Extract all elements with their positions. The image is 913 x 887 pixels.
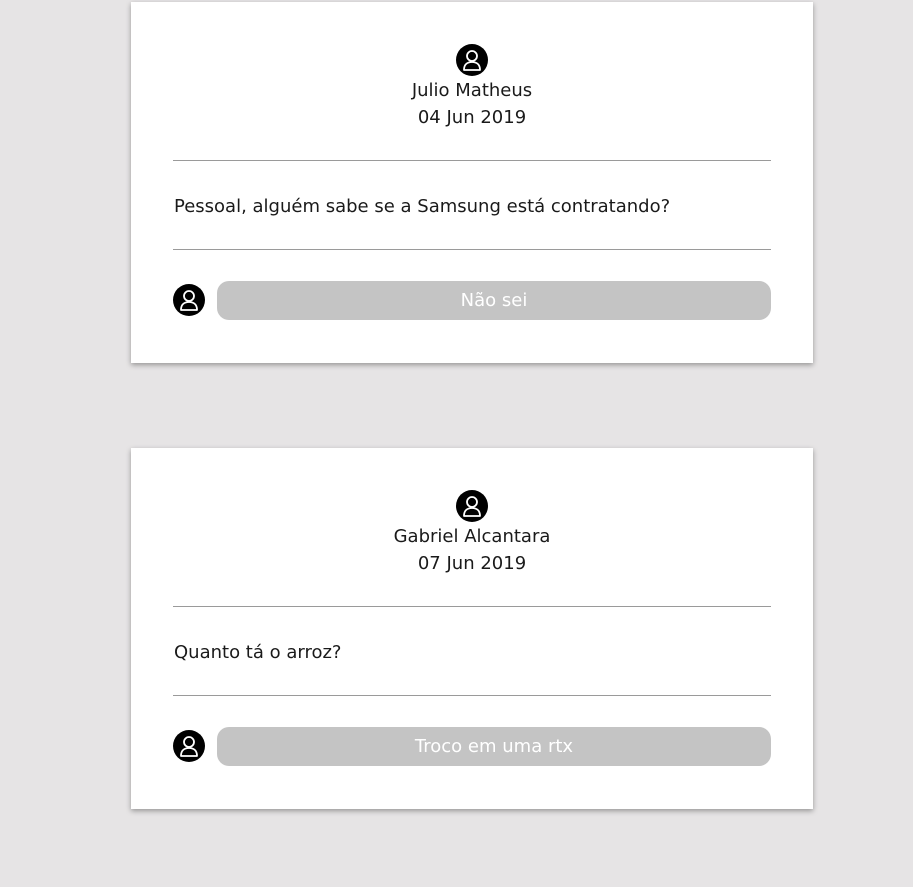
post-feed: Julio Matheus 04 Jun 2019 Pessoal, algué… [0, 0, 913, 887]
post-card: Julio Matheus 04 Jun 2019 Pessoal, algué… [131, 2, 813, 363]
author-name[interactable]: Julio Matheus [131, 79, 813, 103]
reply-comment[interactable]: Troco em uma rtx [217, 727, 771, 766]
user-icon [463, 50, 481, 71]
author-name[interactable]: Gabriel Alcantara [131, 525, 813, 549]
header-divider [173, 160, 771, 161]
header-divider [173, 606, 771, 607]
author-avatar[interactable] [456, 44, 488, 76]
post-body: Pessoal, alguém sabe se a Samsung está c… [174, 196, 671, 217]
reply-avatar [173, 284, 205, 316]
user-icon [180, 290, 198, 311]
body-divider [173, 249, 771, 250]
body-divider [173, 695, 771, 696]
post-date: 07 Jun 2019 [417, 553, 527, 574]
post-date: 04 Jun 2019 [417, 107, 527, 128]
user-icon [180, 736, 198, 757]
post-card: Gabriel Alcantara 07 Jun 2019 Quanto tá … [131, 448, 813, 809]
author-avatar[interactable] [456, 490, 488, 522]
post-body: Quanto tá o arroz? [174, 642, 342, 663]
reply-avatar [173, 730, 205, 762]
user-icon [463, 496, 481, 517]
reply-comment[interactable]: Não sei [217, 281, 771, 320]
